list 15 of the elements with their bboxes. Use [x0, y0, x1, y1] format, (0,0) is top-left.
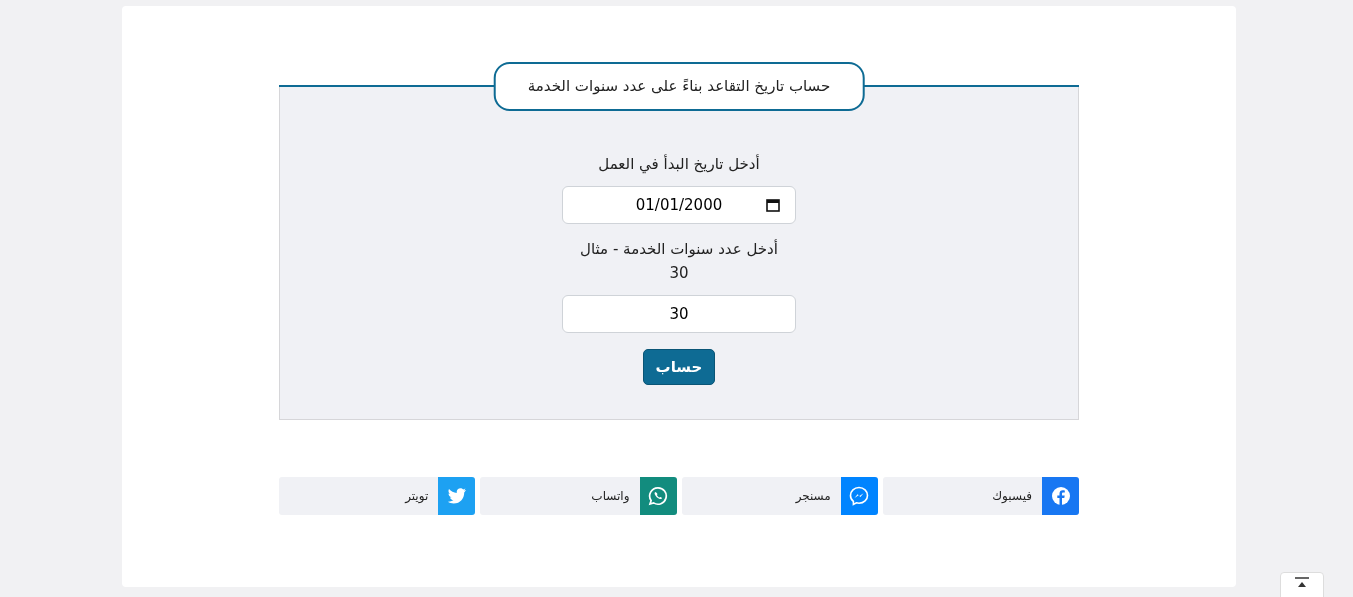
bird-icon [446, 487, 467, 505]
messenger-icon [849, 486, 870, 506]
share-button[interactable]: مسنجر [681, 477, 878, 515]
field-label: أدخل تاريخ البدأ في العمل [597, 153, 761, 176]
share-button[interactable]: تويتر [279, 477, 476, 515]
field-label: أدخل عدد سنوات الخدمة - مثال 30 [579, 238, 779, 284]
share-button[interactable]: فيسبوك [882, 477, 1079, 515]
calendar-icon[interactable] [766, 198, 780, 213]
calculator-title: حساب تاريخ التقاعد بناءً على عدد سنوات الخدمة [493, 62, 865, 111]
facebook-icon [1050, 486, 1071, 506]
share-button[interactable]: واتساب [480, 477, 677, 515]
calculate-button[interactable]: حساب [642, 348, 716, 386]
number-field[interactable]: 30 [562, 294, 796, 333]
date-field[interactable]: 01/01/2000 [562, 186, 796, 225]
whatsapp-icon [648, 486, 668, 506]
